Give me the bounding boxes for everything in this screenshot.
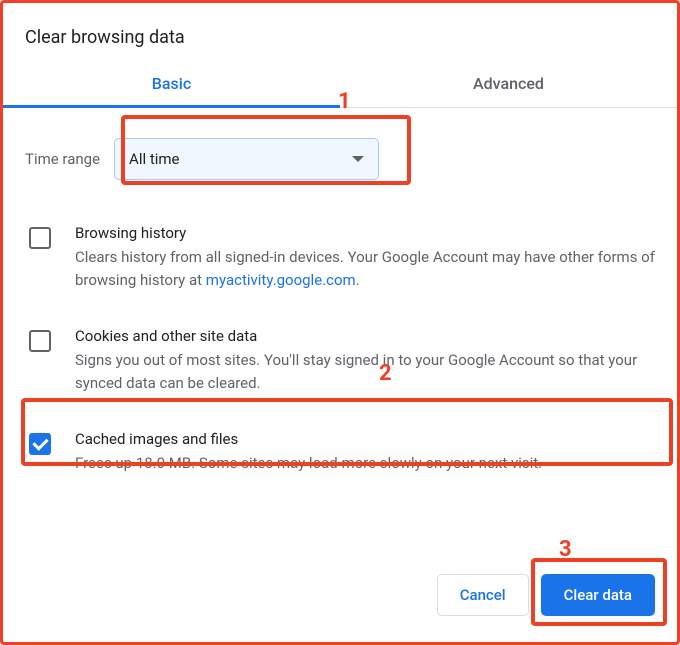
time-range-select[interactable]: All time [114, 138, 379, 180]
myactivity-link[interactable]: myactivity.google.com [206, 271, 356, 289]
chevron-down-icon [352, 156, 364, 162]
option-cookies: Cookies and other site data Signs you ou… [25, 309, 657, 412]
option-browsing-history: Browsing history Clears history from all… [25, 206, 657, 309]
options-list: Browsing history Clears history from all… [3, 198, 677, 493]
time-range-row: Time range All time [3, 108, 677, 198]
checkbox-cookies[interactable] [29, 330, 51, 352]
checkbox-browsing-history[interactable] [29, 227, 51, 249]
clear-data-button[interactable]: Clear data [541, 574, 655, 616]
cancel-button[interactable]: Cancel [437, 574, 529, 616]
option-description: Clears history from all signed-in device… [75, 246, 657, 291]
annotation-number-2: 2 [379, 361, 392, 386]
dialog-footer: Cancel Clear data [437, 574, 655, 616]
time-range-value: All time [129, 150, 179, 168]
option-description: Frees up 18.0 MB. Some sites may load mo… [75, 452, 657, 475]
clear-browsing-data-dialog: Clear browsing data Basic Advanced Time … [0, 0, 680, 645]
option-cache: Cached images and files Frees up 18.0 MB… [25, 412, 657, 493]
option-title: Browsing history [75, 224, 657, 242]
option-title: Cookies and other site data [75, 327, 657, 345]
annotation-number-3: 3 [559, 537, 572, 562]
option-description: Signs you out of most sites. You'll stay… [75, 349, 657, 394]
time-range-label: Time range [25, 150, 100, 168]
dialog-title: Clear browsing data [3, 3, 677, 66]
option-title: Cached images and files [75, 430, 657, 448]
tab-advanced[interactable]: Advanced [340, 66, 677, 107]
checkbox-cache[interactable] [29, 433, 51, 455]
tab-basic[interactable]: Basic [3, 66, 340, 108]
annotation-number-1: 1 [338, 89, 351, 114]
